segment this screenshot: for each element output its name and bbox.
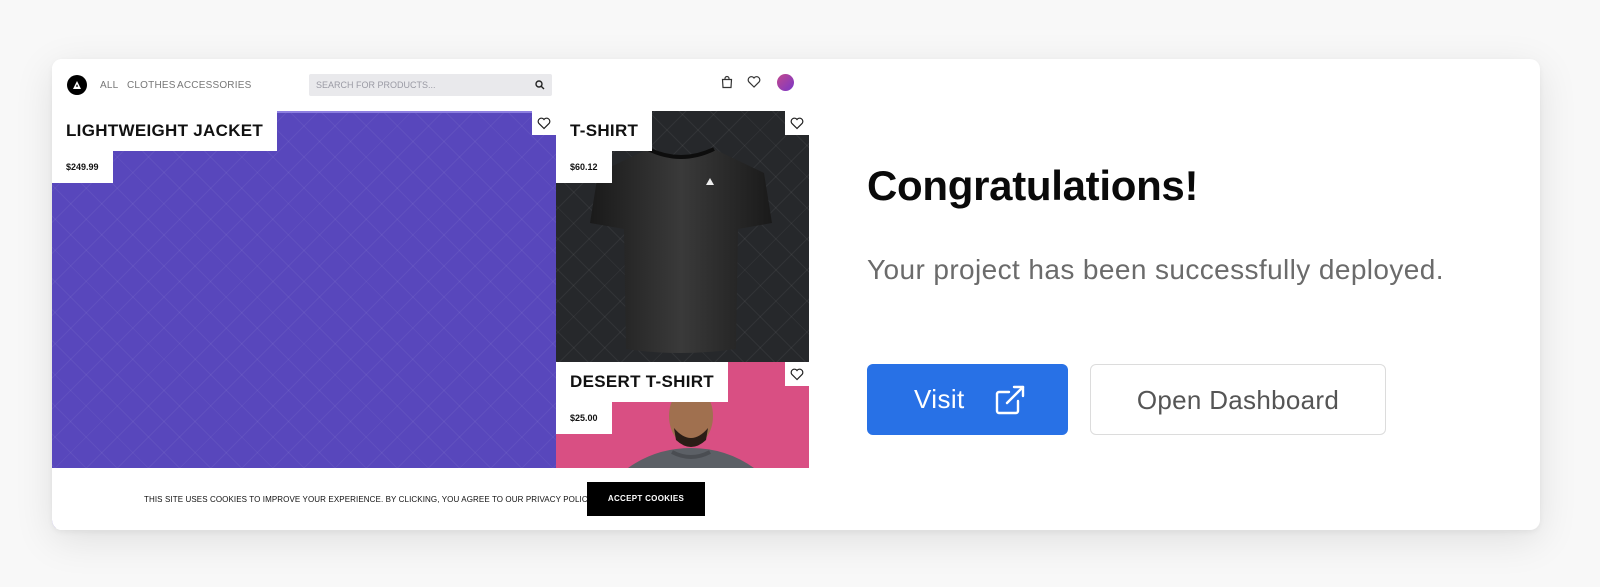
avatar[interactable] [777, 74, 794, 91]
product-price: $249.99 [52, 151, 113, 183]
open-dashboard-button[interactable]: Open Dashboard [1090, 364, 1386, 435]
cart-icon[interactable] [720, 75, 734, 89]
cookie-banner: THIS SITE USES COOKIES TO IMPROVE YOUR E… [52, 468, 809, 530]
favorite-button[interactable] [785, 362, 809, 386]
visit-button-label: Visit [914, 384, 965, 414]
heart-icon [790, 117, 804, 130]
tshirt-image [590, 147, 772, 353]
product-price: $25.00 [556, 402, 612, 434]
store-search-input[interactable]: SEARCH FOR PRODUCTS... [309, 74, 552, 96]
nav-link-clothes[interactable]: CLOTHES [127, 80, 176, 91]
background-pattern [52, 111, 556, 528]
favorite-button[interactable] [785, 111, 809, 135]
deployment-success-card: ALL CLOTHES ACCESSORIES SEARCH FOR PRODU… [52, 59, 1540, 530]
nav-link-all[interactable]: ALL [100, 80, 118, 91]
store-navbar: ALL CLOTHES ACCESSORIES SEARCH FOR PRODU… [52, 59, 809, 111]
product-card[interactable]: LIGHTWEIGHT JACKET $249.99 [52, 111, 556, 528]
site-preview[interactable]: ALL CLOTHES ACCESSORIES SEARCH FOR PRODU… [52, 59, 809, 530]
visit-button[interactable]: Visit [867, 364, 1068, 435]
cookie-message: THIS SITE USES COOKIES TO IMPROVE YOUR E… [144, 495, 595, 504]
product-title: T-SHIRT [556, 111, 653, 151]
product-title: DESERT T-SHIRT [556, 362, 728, 402]
search-placeholder: SEARCH FOR PRODUCTS... [316, 80, 436, 90]
product-card[interactable]: T-SHIRT $60.12 [556, 111, 809, 362]
heart-icon[interactable] [747, 75, 761, 89]
heart-icon [790, 368, 804, 381]
nav-link-accessories[interactable]: ACCESSORIES [177, 80, 251, 91]
accept-cookies-button[interactable]: ACCEPT COOKIES [587, 482, 705, 516]
heart-icon [537, 117, 551, 130]
product-title: LIGHTWEIGHT JACKET [52, 111, 278, 151]
deployment-subtitle: Your project has been successfully deplo… [867, 254, 1444, 285]
store-logo-icon[interactable] [67, 75, 87, 95]
search-icon[interactable] [535, 80, 545, 90]
page-title: Congratulations! [867, 162, 1199, 209]
external-link-icon [995, 385, 1025, 415]
favorite-button[interactable] [532, 111, 556, 135]
product-price: $60.12 [556, 151, 612, 183]
open-dashboard-label: Open Dashboard [1136, 385, 1340, 415]
